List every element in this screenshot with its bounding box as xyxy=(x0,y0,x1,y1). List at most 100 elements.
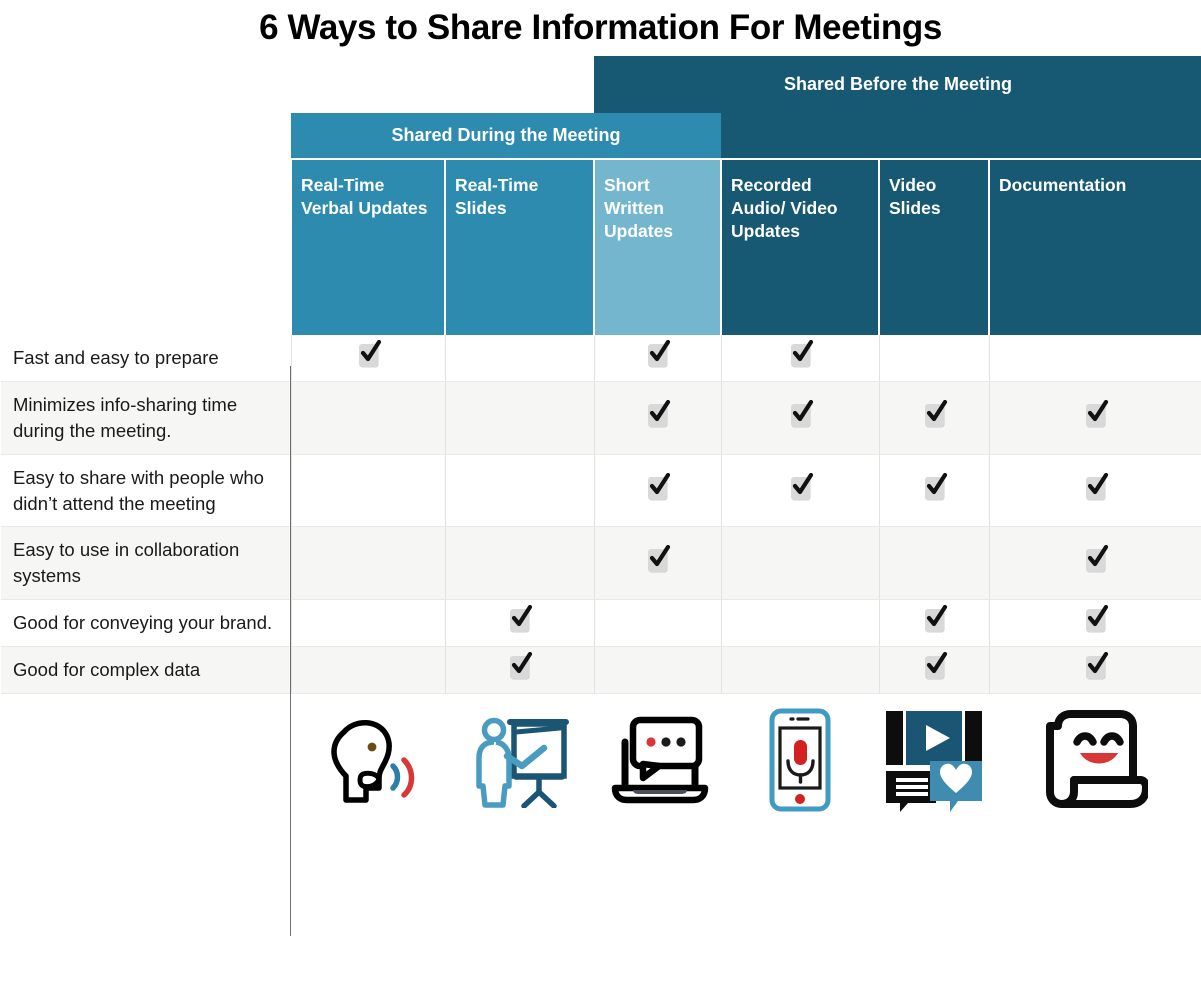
cell-r5-c5[interactable] xyxy=(988,646,1201,695)
checkmark-icon xyxy=(924,399,947,427)
icon-legend-row xyxy=(1,693,1201,827)
cell-r2-c1[interactable] xyxy=(444,454,594,528)
cell-r0-c5[interactable] xyxy=(988,335,1201,382)
cell-r1-c2[interactable] xyxy=(593,381,721,455)
cell-r3-c1[interactable] xyxy=(444,526,594,601)
column-header-recorded-audio-video-updates[interactable]: Recorded Audio/ Video Updates xyxy=(720,158,879,335)
checkmark-icon xyxy=(510,652,533,680)
phone-microphone-icon xyxy=(721,700,879,820)
cell-r2-c0[interactable] xyxy=(290,454,445,528)
icon-cell-real-time-verbal-updates xyxy=(291,693,445,827)
checkmark-icon xyxy=(924,472,947,500)
speaking-head-icon xyxy=(291,700,445,820)
cell-r5-c1[interactable] xyxy=(444,646,594,695)
cell-r2-c5[interactable] xyxy=(988,454,1201,528)
cell-r4-c2[interactable] xyxy=(593,599,721,648)
cell-r1-c1[interactable] xyxy=(444,381,594,455)
cell-r0-c3[interactable] xyxy=(720,335,879,382)
cell-r3-c4[interactable] xyxy=(878,526,989,601)
checkmark-icon xyxy=(510,605,533,633)
cell-r1-c0[interactable] xyxy=(290,381,445,455)
checkmark-icon xyxy=(1086,399,1109,427)
checkmark-icon xyxy=(1086,545,1109,573)
icon-cell-short-written-updates xyxy=(594,693,721,827)
cell-r5-c3[interactable] xyxy=(720,646,879,695)
group-header-spacer xyxy=(1,56,594,113)
icon-cell-real-time-slides xyxy=(445,693,594,827)
column-header-real-time-verbal-updates[interactable]: Real-Time Verbal Updates xyxy=(290,158,445,335)
checkmark-icon xyxy=(790,472,813,500)
cell-r5-c4[interactable] xyxy=(878,646,989,695)
cell-r2-c4[interactable] xyxy=(878,454,989,528)
cell-r5-c2[interactable] xyxy=(593,646,721,695)
column-header-video-slides[interactable]: Video Slides xyxy=(878,158,989,335)
cell-r3-c5[interactable] xyxy=(988,526,1201,601)
label-column-divider xyxy=(290,366,291,936)
table-row: Fast and easy to prepare xyxy=(1,335,1201,382)
icon-row-spacer xyxy=(1,693,291,827)
row-label: Good for complex data xyxy=(1,646,291,695)
cell-r4-c0[interactable] xyxy=(290,599,445,648)
column-header-real-time-slides[interactable]: Real-Time Slides xyxy=(444,158,594,335)
checkmark-icon xyxy=(790,339,813,367)
corner-cell xyxy=(0,158,291,335)
row-label: Good for conveying your brand. xyxy=(1,599,291,648)
video-play-comment-icon xyxy=(879,700,989,820)
checkmark-icon xyxy=(790,399,813,427)
cell-r0-c0[interactable] xyxy=(290,335,445,382)
cell-r2-c3[interactable] xyxy=(720,454,879,528)
cell-r1-c5[interactable] xyxy=(988,381,1201,455)
cell-r3-c0[interactable] xyxy=(290,526,445,601)
cell-r0-c4[interactable] xyxy=(878,335,989,382)
checkmark-icon xyxy=(358,339,381,367)
row-label: Easy to share with people who didn’t att… xyxy=(1,454,291,528)
icon-cell-video-slides xyxy=(879,693,989,827)
icon-cell-recorded-audio-video-updates xyxy=(721,693,879,827)
table-row: Easy to use in collaboration systems xyxy=(1,526,1201,601)
cell-r4-c1[interactable] xyxy=(444,599,594,648)
checkmark-icon xyxy=(648,339,671,367)
table-row: Easy to share with people who didn’t att… xyxy=(1,454,1201,528)
cell-r4-c4[interactable] xyxy=(878,599,989,648)
comparison-table: Shared Before the Meeting Shared During … xyxy=(0,56,1201,827)
checkmark-icon xyxy=(648,472,671,500)
table-row: Good for conveying your brand. xyxy=(1,599,1201,648)
column-header-row: Real-Time Verbal Updates Real-Time Slide… xyxy=(0,158,1201,335)
checkmark-icon xyxy=(648,545,671,573)
cell-r3-c3[interactable] xyxy=(720,526,879,601)
checkmark-icon xyxy=(648,399,671,427)
group-header-row-before: Shared Before the Meeting xyxy=(1,56,1201,113)
group-header-before-filler xyxy=(721,113,1201,159)
checkmark-icon xyxy=(1086,472,1109,500)
presenter-flipchart-icon xyxy=(445,700,594,820)
cell-r0-c2[interactable] xyxy=(593,335,721,382)
cell-r4-c5[interactable] xyxy=(988,599,1201,648)
checkmark-icon xyxy=(924,652,947,680)
table-row: Good for complex data xyxy=(1,646,1201,695)
cell-r3-c2[interactable] xyxy=(593,526,721,601)
group-header-spacer-left xyxy=(1,113,291,159)
column-header-short-written-updates[interactable]: Short Written Updates xyxy=(593,158,721,335)
row-label: Easy to use in collaboration systems xyxy=(1,526,291,601)
cell-r1-c3[interactable] xyxy=(720,381,879,455)
checkmark-icon xyxy=(1086,605,1109,633)
group-header-shared-during: Shared During the Meeting xyxy=(291,113,721,159)
checkmark-icon xyxy=(924,605,947,633)
cell-r1-c4[interactable] xyxy=(878,381,989,455)
laptop-chat-icon xyxy=(594,700,721,820)
cell-r2-c2[interactable] xyxy=(593,454,721,528)
page-title: 6 Ways to Share Information For Meetings xyxy=(259,8,942,47)
checkmark-icon xyxy=(1086,652,1109,680)
table-row: Minimizes info-sharing time during the m… xyxy=(1,381,1201,455)
group-header-shared-before: Shared Before the Meeting xyxy=(594,56,1201,113)
cell-r0-c1[interactable] xyxy=(444,335,594,382)
column-header-documentation[interactable]: Documentation xyxy=(987,158,1201,335)
document-smile-icon xyxy=(989,700,1201,820)
group-header-row-during: Shared During the Meeting xyxy=(1,113,1201,159)
row-label: Minimizes info-sharing time during the m… xyxy=(1,381,291,455)
row-label: Fast and easy to prepare xyxy=(1,335,291,382)
cell-r5-c0[interactable] xyxy=(290,646,445,695)
comparison-matrix: Shared Before the Meeting Shared During … xyxy=(0,56,1201,983)
cell-r4-c3[interactable] xyxy=(720,599,879,648)
title-bar: 6 Ways to Share Information For Meetings xyxy=(0,0,1201,56)
